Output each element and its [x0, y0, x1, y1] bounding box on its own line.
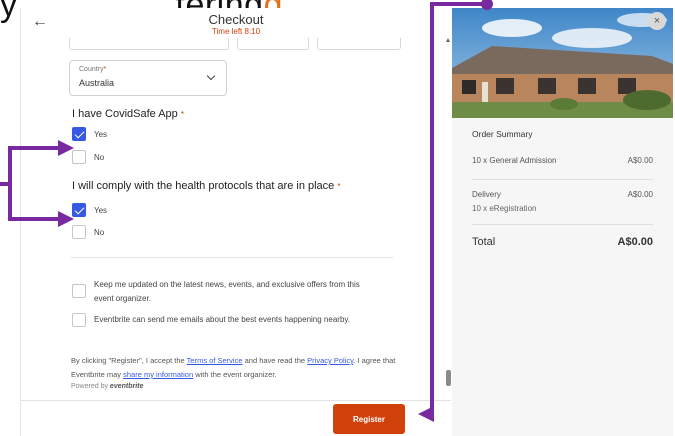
checkbox-protocols-no[interactable]	[72, 225, 86, 239]
register-button[interactable]: Register	[333, 404, 405, 434]
venue-photo: ×	[452, 8, 673, 118]
summary-divider	[472, 179, 653, 180]
country-label: Country*	[79, 66, 107, 73]
footer-divider	[21, 400, 451, 401]
divider	[71, 257, 393, 258]
checkbox-protocols-yes[interactable]	[72, 203, 86, 217]
total-value: A$0.00	[617, 236, 653, 248]
total-label: Total	[472, 236, 496, 248]
terms-link[interactable]: Terms of Service	[187, 356, 243, 365]
checkbox-covidsafe-no[interactable]	[72, 150, 86, 164]
order-summary-panel: × Order Summary 10 x General Admission A…	[452, 8, 673, 436]
country-select[interactable]: Country* Australia	[69, 60, 227, 96]
caption-part: y	[0, 0, 18, 24]
order-summary-title: Order Summary	[472, 129, 533, 139]
option-label: No	[94, 228, 105, 237]
eventbrite-logo: eventbrite	[109, 383, 144, 390]
close-icon[interactable]: ×	[648, 12, 666, 30]
line-item-label: 10 x General Admission	[472, 156, 557, 165]
consent-text-eventbrite: Eventbrite can send me emails about the …	[94, 315, 351, 324]
country-value: Australia	[79, 78, 115, 88]
timer-text: Time left 8:10	[211, 27, 261, 36]
checkbox-covidsafe-yes[interactable]	[72, 127, 86, 141]
line-item-sub: 10 x eRegistration	[472, 204, 537, 213]
scroll-thumb[interactable]	[446, 370, 451, 386]
page-title: Checkout	[208, 12, 264, 27]
legal-text: By clicking "Register", I accept the Ter…	[71, 356, 396, 379]
line-item-value: A$0.00	[627, 156, 653, 165]
previous-fields	[69, 38, 421, 50]
checkout-panel: ← Checkout Time left 8:10 Country* Austr…	[20, 8, 451, 436]
field-partial[interactable]	[69, 38, 229, 50]
powered-by: Powered by eventbrite	[71, 383, 144, 390]
question-covidsafe: I have CovidSafe App *	[72, 108, 184, 120]
checkbox-eventbrite-emails[interactable]	[72, 313, 86, 327]
share-info-link[interactable]: share my information	[123, 370, 193, 379]
option-label: Yes	[94, 130, 108, 139]
field-partial[interactable]	[317, 38, 401, 50]
option-label: No	[94, 153, 105, 162]
field-partial[interactable]	[237, 38, 309, 50]
stage: yteringg ← Checkout Time left 8:10 Count…	[0, 0, 675, 436]
summary-divider	[472, 224, 653, 225]
consent-text-organizer: Keep me updated on the latest news, even…	[94, 280, 360, 303]
option-label: Yes	[94, 206, 108, 215]
privacy-link[interactable]: Privacy Policy	[307, 356, 353, 365]
chevron-down-icon	[206, 71, 216, 81]
line-item-label: Delivery	[472, 190, 501, 199]
checkbox-organizer-updates[interactable]	[72, 284, 86, 298]
line-item-value: A$0.00	[627, 190, 653, 199]
scrollbar[interactable]	[446, 38, 451, 398]
scroll-up-icon[interactable]	[446, 38, 450, 42]
question-health-protocols: I will comply with the health protocols …	[72, 180, 341, 192]
